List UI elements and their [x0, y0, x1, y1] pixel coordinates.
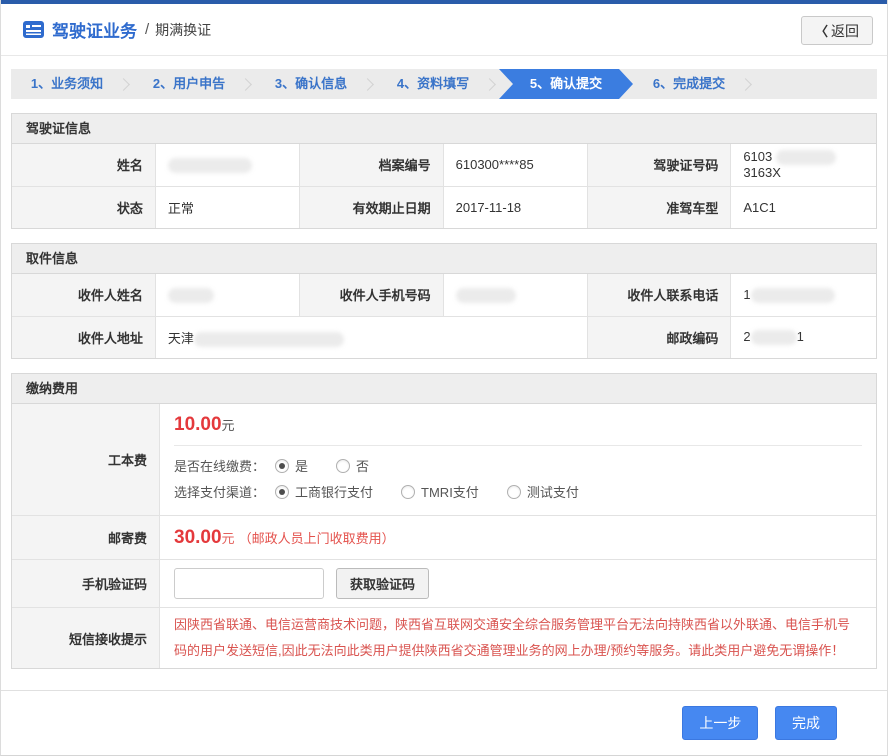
- get-captcha-button[interactable]: 获取验证码: [336, 568, 429, 599]
- recipient-name-label: 收件人姓名: [12, 274, 155, 316]
- expiry-value: 2017-11-18: [443, 186, 587, 228]
- finish-button[interactable]: 完成: [775, 706, 837, 740]
- previous-step-button[interactable]: 上一步: [682, 706, 758, 740]
- step-bar-filler: [755, 69, 877, 99]
- channel-option-icbc[interactable]: 工商银行支付: [275, 482, 373, 501]
- captcha-content: 获取验证码: [160, 560, 876, 607]
- step-separator-icon: [745, 69, 755, 99]
- back-button[interactable]: 〈 返回: [801, 16, 873, 45]
- file-no-label: 档案编号: [300, 144, 443, 186]
- status-value: 正常: [155, 186, 299, 228]
- sms-notice-content: 因陕西省联通、电信运营商技术问题，陕西省互联网交通安全综合服务管理平台无法向持陕…: [160, 608, 876, 668]
- card-fee-row: 工本费 10.00元 是否在线缴费： 是 否 选择支付渠道： 工商银行支付 TM…: [12, 404, 876, 516]
- license-card-icon: [23, 21, 44, 38]
- channel-option-test[interactable]: 测试支付: [507, 482, 579, 501]
- fees-section-title: 缴纳费用: [12, 374, 876, 404]
- pay-channel-radio-group: 选择支付渠道： 工商银行支付 TMRI支付 测试支付: [174, 482, 862, 501]
- step-separator-icon: [245, 69, 255, 99]
- pickup-info-section: 取件信息 收件人姓名 收件人手机号码 收件人联系电话 1 收件人地址 天津 邮政…: [11, 243, 877, 359]
- divider: [174, 445, 862, 446]
- step-6-complete-submit[interactable]: 6、完成提交: [633, 69, 745, 99]
- card-fee-amount: 10.00: [174, 414, 222, 435]
- postage-amount: 30.00: [174, 527, 222, 549]
- table-row: 姓名 档案编号 610300****85 驾驶证号码 6103 3163X: [12, 144, 876, 186]
- fees-section: 缴纳费用 工本费 10.00元 是否在线缴费： 是 否 选择支付渠道： 工商银行…: [11, 373, 877, 669]
- online-pay-option-no[interactable]: 否: [336, 456, 369, 475]
- expiry-label: 有效期止日期: [300, 186, 443, 228]
- breadcrumb-separator: /: [145, 21, 149, 38]
- online-pay-radio-group: 是否在线缴费： 是 否: [174, 456, 862, 475]
- page-title: 驾驶证业务: [52, 17, 137, 42]
- table-row: 状态 正常 有效期止日期 2017-11-18 准驾车型 A1C1: [12, 186, 876, 228]
- license-info-section: 驾驶证信息 姓名 档案编号 610300****85 驾驶证号码 6103 31…: [11, 113, 877, 229]
- name-value-redacted: [155, 144, 299, 186]
- pickup-info-table: 收件人姓名 收件人手机号码 收件人联系电话 1 收件人地址 天津 邮政编码 21: [12, 274, 876, 358]
- license-section-title: 驾驶证信息: [12, 114, 876, 144]
- online-pay-option-yes[interactable]: 是: [275, 456, 308, 475]
- recipient-mobile-label: 收件人手机号码: [300, 274, 443, 316]
- card-fee-label: 工本费: [12, 404, 160, 515]
- card-fee-unit: 元: [222, 418, 235, 433]
- table-row: 收件人姓名 收件人手机号码 收件人联系电话 1: [12, 274, 876, 316]
- recipient-address-label: 收件人地址: [12, 316, 155, 358]
- sms-notice-text: 因陕西省联通、电信运营商技术问题，陕西省互联网交通安全综合服务管理平台无法向持陕…: [174, 612, 862, 664]
- postage-fee-row: 邮寄费 30.00元 （邮政人员上门收取费用）: [12, 516, 876, 560]
- recipient-phone-value: 1: [731, 274, 876, 316]
- postage-note: （邮政人员上门收取费用）: [239, 528, 395, 547]
- sms-notice-row: 短信接收提示 因陕西省联通、电信运营商技术问题，陕西省互联网交通安全综合服务管理…: [12, 608, 876, 668]
- radio-checked-icon[interactable]: [275, 459, 289, 473]
- step-separator-icon: [123, 69, 133, 99]
- captcha-row: 手机验证码 获取验证码: [12, 560, 876, 608]
- breadcrumb-current: 期满换证: [155, 20, 211, 40]
- radio-unchecked-icon[interactable]: [336, 459, 350, 473]
- table-row: 收件人地址 天津 邮政编码 21: [12, 316, 876, 358]
- step-progress-bar: 1、业务须知 2、用户申告 3、确认信息 4、资料填写 5、确认提交 6、完成提…: [11, 69, 877, 99]
- page: 驾驶证业务 / 期满换证 〈 返回 1、业务须知 2、用户申告 3、确认信息 4…: [0, 0, 888, 756]
- back-button-label: 返回: [831, 21, 859, 41]
- postage-label: 邮寄费: [12, 516, 160, 559]
- chevron-left-icon: 〈: [815, 21, 828, 40]
- captcha-label: 手机验证码: [12, 560, 160, 607]
- zip-code-value: 21: [731, 316, 876, 358]
- online-pay-label: 是否在线缴费：: [174, 456, 265, 475]
- pickup-section-title: 取件信息: [12, 244, 876, 274]
- recipient-address-value: 天津: [155, 316, 587, 358]
- sms-notice-label: 短信接收提示: [12, 608, 160, 668]
- recipient-phone-label: 收件人联系电话: [587, 274, 730, 316]
- recipient-name-value-redacted: [155, 274, 299, 316]
- postage-content: 30.00元 （邮政人员上门收取费用）: [160, 516, 876, 559]
- vehicle-type-label: 准驾车型: [587, 186, 730, 228]
- postage-unit: 元: [222, 528, 235, 547]
- channel-option-tmri[interactable]: TMRI支付: [401, 482, 479, 501]
- step-5-confirm-submit-active[interactable]: 5、确认提交: [499, 69, 633, 99]
- step-3-confirm-info[interactable]: 3、确认信息: [255, 69, 367, 99]
- pay-channel-label: 选择支付渠道：: [174, 482, 265, 501]
- vehicle-type-value: A1C1: [731, 186, 876, 228]
- license-no-label: 驾驶证号码: [587, 144, 730, 186]
- step-separator-icon: [367, 69, 377, 99]
- radio-unchecked-icon[interactable]: [507, 485, 521, 499]
- zip-code-label: 邮政编码: [587, 316, 730, 358]
- step-2-user-declaration[interactable]: 2、用户申告: [133, 69, 245, 99]
- step-4-fill-data[interactable]: 4、资料填写: [377, 69, 489, 99]
- step-separator-icon: [489, 69, 499, 99]
- footer-action-bar: 上一步 完成: [1, 690, 887, 740]
- header: 驾驶证业务 / 期满换证 〈 返回: [1, 4, 887, 56]
- license-no-value: 6103 3163X: [731, 144, 876, 186]
- status-label: 状态: [12, 186, 155, 228]
- file-no-value: 610300****85: [443, 144, 587, 186]
- captcha-input[interactable]: [174, 568, 324, 599]
- step-1-business-notice[interactable]: 1、业务须知: [11, 69, 123, 99]
- radio-checked-icon[interactable]: [275, 485, 289, 499]
- radio-unchecked-icon[interactable]: [401, 485, 415, 499]
- card-fee-content: 10.00元 是否在线缴费： 是 否 选择支付渠道： 工商银行支付 TMRI支付…: [160, 404, 876, 515]
- recipient-mobile-value-redacted: [443, 274, 587, 316]
- license-info-table: 姓名 档案编号 610300****85 驾驶证号码 6103 3163X 状态…: [12, 144, 876, 228]
- name-label: 姓名: [12, 144, 155, 186]
